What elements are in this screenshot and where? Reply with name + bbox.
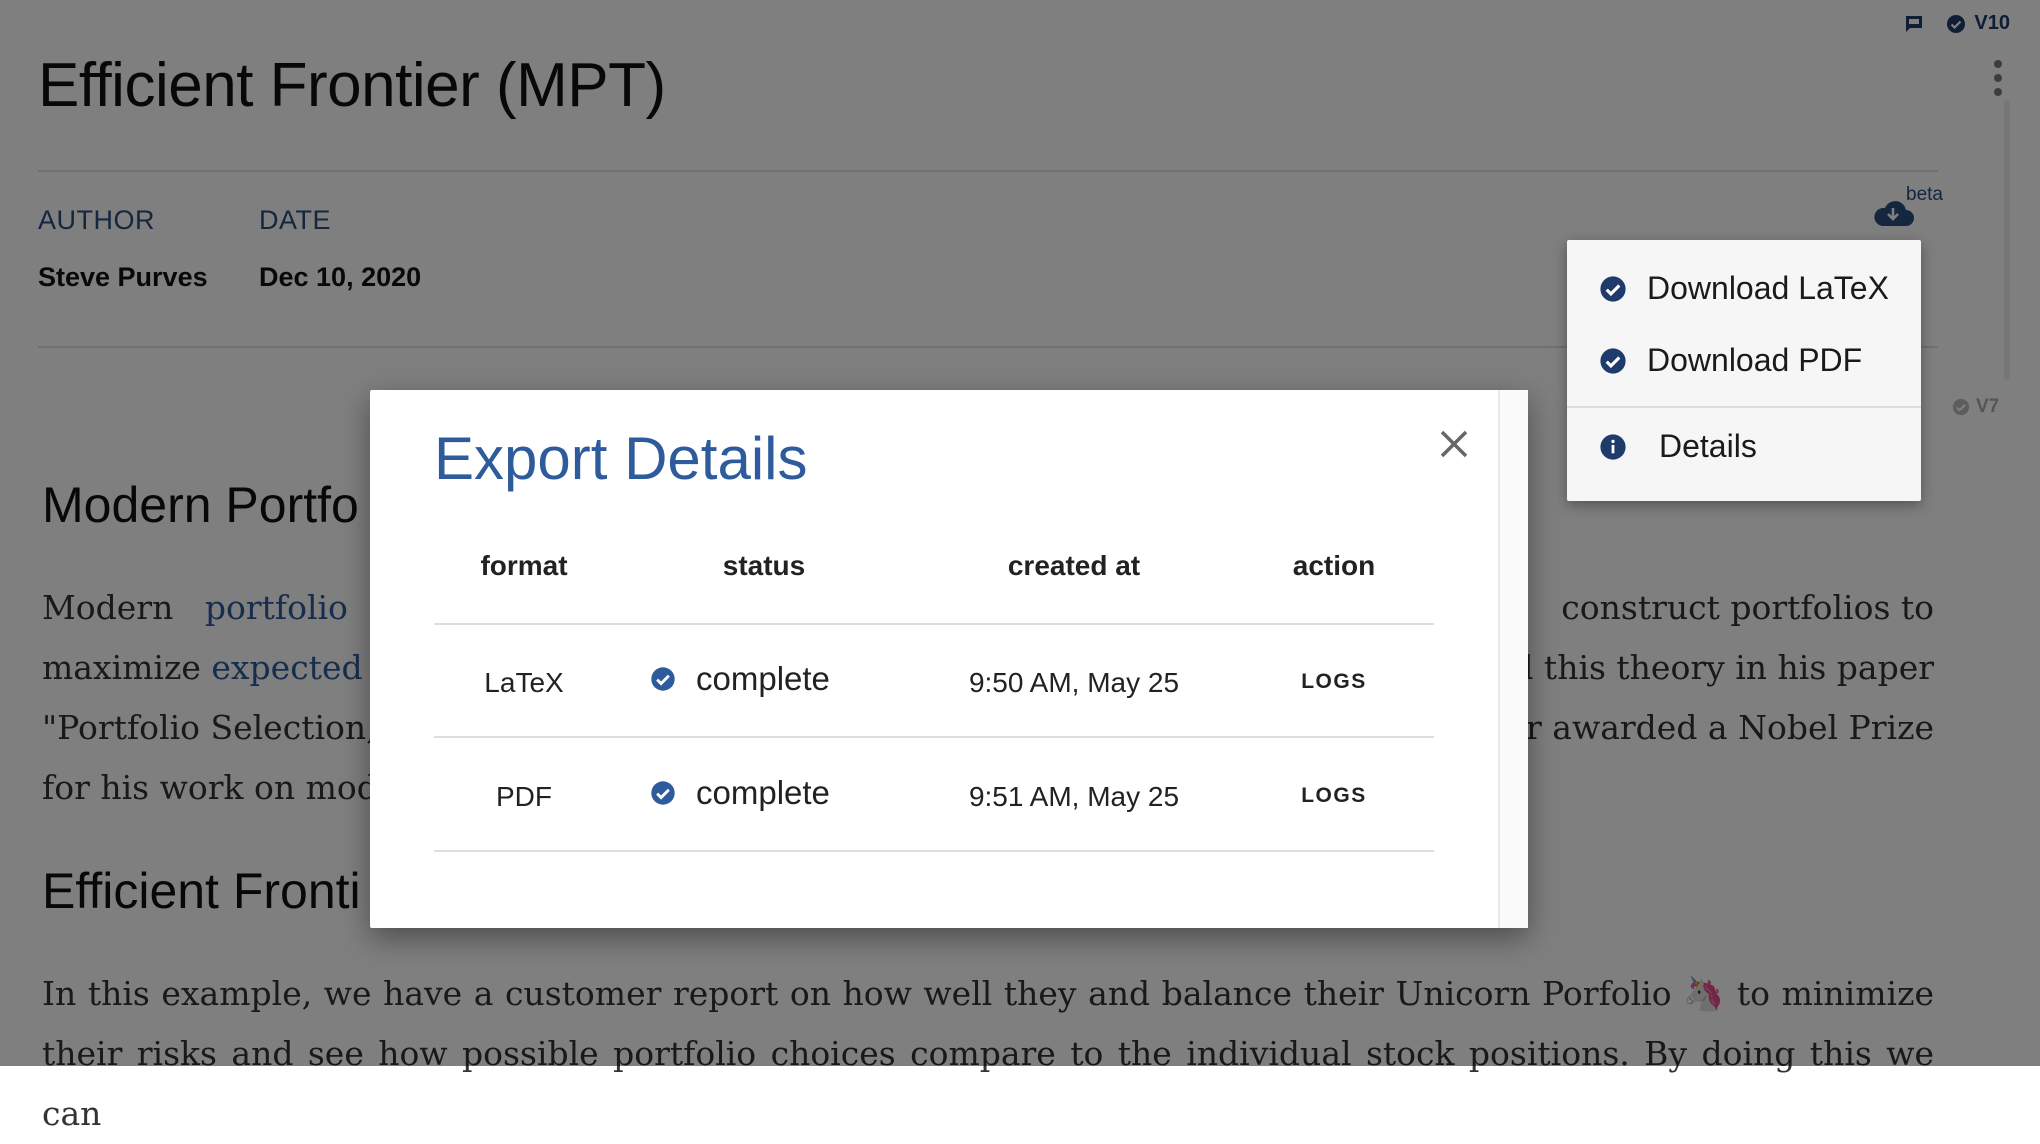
close-icon — [1440, 430, 1468, 458]
menu-item-download-pdf[interactable]: Download PDF — [1599, 342, 1862, 379]
cell-created-at: 9:50 AM, May 25 — [968, 667, 1180, 698]
column-header-status: status — [722, 550, 806, 581]
cell-created-at: 9:51 AM, May 25 — [968, 781, 1180, 812]
close-button[interactable] — [1430, 420, 1478, 468]
logs-button[interactable]: LOGS — [1234, 784, 1434, 808]
menu-item-download-latex[interactable]: Download LaTeX — [1599, 270, 1889, 307]
logs-button[interactable]: LOGS — [1234, 670, 1434, 694]
cell-status: complete — [650, 774, 830, 812]
column-header-format: format — [480, 550, 568, 581]
table-divider — [434, 623, 1434, 625]
menu-item-details[interactable]: Details — [1599, 428, 1757, 465]
status-text: complete — [696, 660, 830, 697]
column-header-action: action — [1292, 550, 1376, 581]
menu-divider — [1567, 406, 1921, 408]
download-menu: Download LaTeX Download PDF Details — [1567, 240, 1921, 501]
cell-format: PDF — [496, 781, 552, 812]
cell-format: LaTeX — [484, 667, 564, 698]
table-divider — [434, 736, 1434, 738]
check-circle-icon — [1600, 347, 1626, 374]
table-divider — [434, 850, 1434, 852]
dialog-scrollbar[interactable] — [1498, 390, 1528, 928]
check-circle-icon — [651, 781, 675, 805]
check-circle-icon — [651, 667, 675, 691]
dialog-title: Export Details — [434, 425, 808, 492]
cell-status: complete — [650, 660, 830, 698]
check-circle-icon — [1600, 275, 1626, 302]
menu-item-label: Download PDF — [1647, 342, 1863, 378]
column-header-created-at: created at — [1007, 550, 1141, 581]
status-text: complete — [696, 774, 830, 811]
info-icon — [1600, 433, 1626, 460]
menu-item-label: Download LaTeX — [1647, 270, 1889, 306]
export-details-dialog: Export Details format status created at … — [370, 390, 1528, 928]
menu-item-label: Details — [1659, 428, 1757, 464]
